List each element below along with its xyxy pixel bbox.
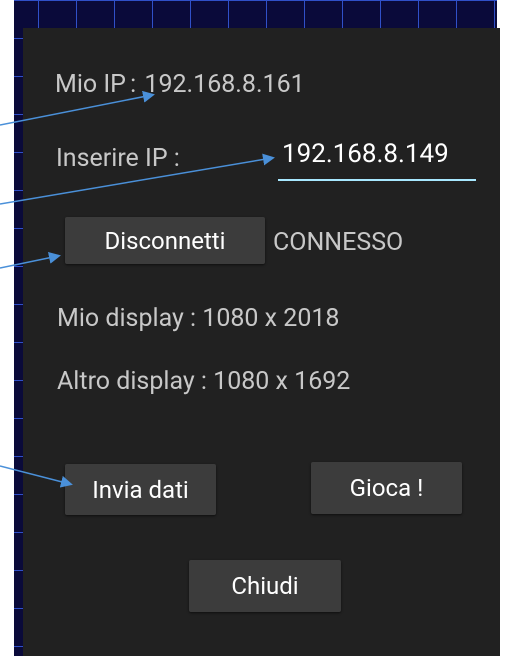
play-button-label: Gioca ! [349, 474, 424, 502]
my-ip-label: Mio IP : 192.168.8.161 [55, 72, 305, 97]
my-ip-separator: : [130, 70, 137, 99]
disconnect-button-label: Disconnetti [104, 226, 226, 255]
connection-dialog: Mio IP : 192.168.8.161 Inserire IP : 192… [23, 28, 500, 656]
my-ip-label-text: Mio IP [55, 70, 126, 99]
close-button-label: Chiudi [231, 572, 299, 600]
send-data-button-label: Invia dati [92, 475, 189, 504]
other-display-info: Altro display : 1080 x 1692 [57, 367, 351, 396]
send-data-button[interactable]: Invia dati [65, 464, 216, 515]
ip-input-value: 192.168.8.149 [282, 139, 449, 169]
right-margin [497, 0, 517, 656]
disconnect-button[interactable]: Disconnetti [65, 217, 265, 264]
left-margin [0, 0, 14, 656]
play-button[interactable]: Gioca ! [311, 462, 462, 514]
my-ip-value: 192.168.8.161 [144, 70, 305, 99]
connection-status: CONNESSO [273, 228, 404, 257]
screenshot: Mio IP : 192.168.8.161 Inserire IP : 192… [0, 0, 517, 656]
close-button[interactable]: Chiudi [189, 560, 341, 612]
my-display-info: Mio display : 1080 x 2018 [57, 304, 340, 333]
enter-ip-label: Inserire IP : [56, 144, 180, 173]
ip-input-field[interactable]: 192.168.8.149 [278, 141, 476, 181]
